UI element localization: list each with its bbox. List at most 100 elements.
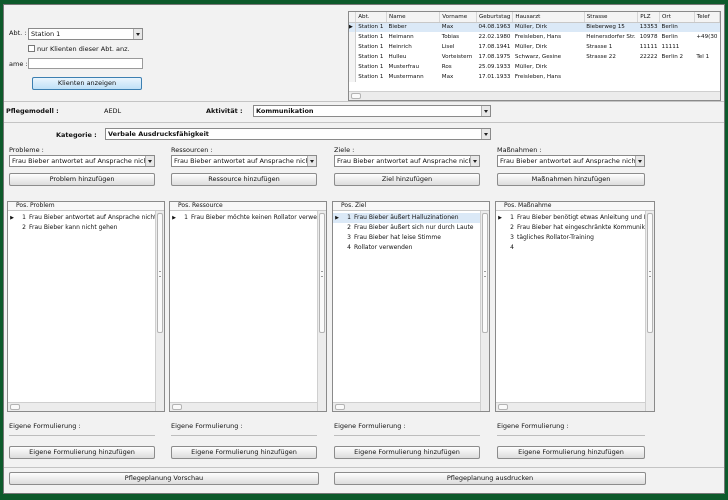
- table-cell[interactable]: Heinrich: [387, 42, 440, 52]
- scroll-thumb[interactable]: [498, 404, 508, 410]
- table-cell[interactable]: [584, 72, 637, 82]
- table-row[interactable]: Station 1 Musterfrau Ros 25.09.1933 Müller, …: [349, 62, 720, 72]
- table-cell[interactable]: Freisleben, Hans: [513, 72, 584, 82]
- goal-select[interactable]: Frau Bieber antwortet auf Ansprache nich…: [334, 155, 480, 167]
- list-item[interactable]: 2 Frau Bieber äußert sich nur durch Laute: [333, 223, 480, 233]
- table-cell[interactable]: Mustermann: [387, 72, 440, 82]
- table-cell[interactable]: 17.08.1975: [476, 52, 512, 62]
- problem-own-input[interactable]: [9, 435, 155, 445]
- problem-list[interactable]: Pos. Problem ▶ 1 Frau Bieber antwortet auf…: [7, 201, 165, 412]
- measure-own-input[interactable]: [497, 435, 645, 445]
- add-resource-button[interactable]: Ressource hinzufügen: [171, 173, 317, 186]
- add-own-measure-button[interactable]: Eigene Formulierung hinzufügen: [497, 446, 645, 459]
- goal-list-vscroll[interactable]: [480, 211, 489, 411]
- table-cell[interactable]: Müller, Dirk: [512, 22, 585, 32]
- table-cell[interactable]: Hulleu: [387, 52, 440, 62]
- table-cell[interactable]: 10978: [638, 32, 660, 42]
- table-cell[interactable]: Berlin: [659, 22, 695, 32]
- activity-select[interactable]: Kommunikation: [253, 105, 491, 117]
- chevron-down-icon[interactable]: [470, 156, 479, 166]
- table-cell[interactable]: Station 1: [356, 52, 387, 62]
- table-cell[interactable]: Ros: [440, 62, 477, 72]
- table-cell[interactable]: [694, 72, 719, 82]
- row-header[interactable]: [349, 52, 357, 62]
- table-cell[interactable]: [584, 62, 637, 72]
- show-clients-button[interactable]: Klienten anzeigen: [32, 77, 142, 90]
- table-cell[interactable]: Vorteistern: [440, 52, 477, 62]
- list-item[interactable]: ▶ 1 Frau Bieber benötigt etwas Anleitung u…: [496, 213, 645, 223]
- add-own-problem-button[interactable]: Eigene Formulierung hinzufügen: [9, 446, 155, 459]
- resource-list-vscroll[interactable]: [317, 211, 326, 411]
- patient-table-hscroll[interactable]: [349, 91, 720, 100]
- table-cell[interactable]: Heinersdorfer Str.: [584, 32, 637, 42]
- scroll-thumb[interactable]: [335, 404, 345, 410]
- list-item[interactable]: ▶ 1 Frau Bieber äußert Halluzinationen: [333, 213, 480, 223]
- table-cell[interactable]: Tel 1: [694, 52, 719, 62]
- table-cell[interactable]: +49(30: [694, 32, 719, 42]
- table-cell[interactable]: Schwarz, Gesine: [513, 52, 584, 62]
- measure-list-hscroll[interactable]: [496, 402, 645, 411]
- problem-list-hscroll[interactable]: [8, 402, 155, 411]
- table-cell[interactable]: Müller, Dirk: [513, 42, 584, 52]
- col-header-abt[interactable]: Abt.: [355, 12, 388, 23]
- table-cell[interactable]: [694, 22, 720, 32]
- add-measure-button[interactable]: Maßnahmen hinzufügen: [497, 173, 645, 186]
- table-row[interactable]: Station 1 Hulleu Vorteistern 17.08.1975 Schw…: [349, 52, 720, 62]
- table-cell[interactable]: Lisel: [440, 42, 477, 52]
- table-cell[interactable]: [694, 62, 719, 72]
- table-cell[interactable]: Strasse 22: [584, 52, 637, 62]
- list-item[interactable]: 3 tägliches Rollator-Training: [496, 233, 645, 243]
- scroll-thumb[interactable]: [351, 93, 361, 99]
- add-goal-button[interactable]: Ziel hinzufügen: [334, 173, 480, 186]
- table-cell[interactable]: Max: [440, 72, 477, 82]
- patient-table[interactable]: Abt. Name Vorname Geburtstag Hausarzt St…: [348, 11, 721, 101]
- row-header[interactable]: [349, 72, 357, 82]
- table-row[interactable]: Station 1 Mustermann Max 17.01.1933 Freisleb…: [349, 72, 720, 82]
- table-row[interactable]: Station 1 Heinrich Lisel 17.08.1941 Müller, …: [349, 42, 720, 52]
- list-item[interactable]: ▶ 1 Frau Bieber möchte keinen Rollator ver…: [170, 213, 317, 223]
- col-header-telefon[interactable]: Telef: [694, 12, 720, 23]
- problem-select[interactable]: Frau Bieber antwortet auf Ansprache nich…: [9, 155, 155, 167]
- list-item[interactable]: 4: [496, 243, 645, 253]
- table-row[interactable]: Station 1 Heimann Tobias 22.02.1980 Freisleb…: [349, 32, 720, 42]
- table-cell[interactable]: Musterfrau: [387, 62, 440, 72]
- measure-select[interactable]: Frau Bieber antwortet auf Ansprache nich…: [497, 155, 645, 167]
- table-cell[interactable]: [638, 72, 660, 82]
- table-cell[interactable]: 25.09.1933: [476, 62, 512, 72]
- name-input[interactable]: [28, 58, 143, 69]
- table-cell[interactable]: Station 1: [356, 42, 387, 52]
- table-cell[interactable]: [638, 62, 660, 72]
- list-item[interactable]: 2 Frau Bieber kann nicht gehen: [8, 223, 155, 233]
- table-cell[interactable]: Station 1: [356, 62, 387, 72]
- table-cell[interactable]: 13353: [637, 22, 660, 32]
- problem-list-vscroll[interactable]: [155, 211, 164, 411]
- table-row[interactable]: ▶ Station 1 Bieber Max 04.08.1963 Müller, Dir…: [349, 22, 720, 32]
- add-problem-button[interactable]: Problem hinzufügen: [9, 173, 155, 186]
- table-cell[interactable]: 11111: [638, 42, 660, 52]
- list-item[interactable]: 3 Frau Bieber hat leise Stimme: [333, 233, 480, 243]
- table-cell[interactable]: Müller, Dirk: [513, 62, 584, 72]
- resource-list-hscroll[interactable]: [170, 402, 317, 411]
- table-cell[interactable]: Freisleben, Hans: [513, 32, 584, 42]
- table-cell[interactable]: Strasse 1: [584, 42, 637, 52]
- row-header[interactable]: [349, 32, 357, 42]
- table-cell[interactable]: Station 1: [356, 32, 387, 42]
- col-header-vorname[interactable]: Vorname: [439, 12, 477, 23]
- table-cell[interactable]: Tobias: [440, 32, 477, 42]
- add-own-resource-button[interactable]: Eigene Formulierung hinzufügen: [171, 446, 317, 459]
- goal-own-input[interactable]: [334, 435, 480, 445]
- col-header-geburtstag[interactable]: Geburtstag: [476, 12, 514, 23]
- chevron-down-icon[interactable]: [635, 156, 644, 166]
- table-cell[interactable]: Bieber: [386, 22, 440, 32]
- table-cell[interactable]: Station 1: [356, 72, 387, 82]
- chevron-down-icon[interactable]: [481, 106, 490, 116]
- table-cell[interactable]: Max: [439, 22, 477, 32]
- scroll-thumb[interactable]: [172, 404, 182, 410]
- preview-button[interactable]: Pflegeplanung Vorschau: [9, 472, 319, 485]
- row-header[interactable]: [349, 62, 357, 72]
- resource-select[interactable]: Frau Bieber antwortet auf Ansprache nich…: [171, 155, 317, 167]
- table-cell[interactable]: 11111: [660, 42, 695, 52]
- scroll-thumb[interactable]: [10, 404, 20, 410]
- chevron-down-icon[interactable]: [133, 29, 142, 39]
- measure-list-vscroll[interactable]: [645, 211, 654, 411]
